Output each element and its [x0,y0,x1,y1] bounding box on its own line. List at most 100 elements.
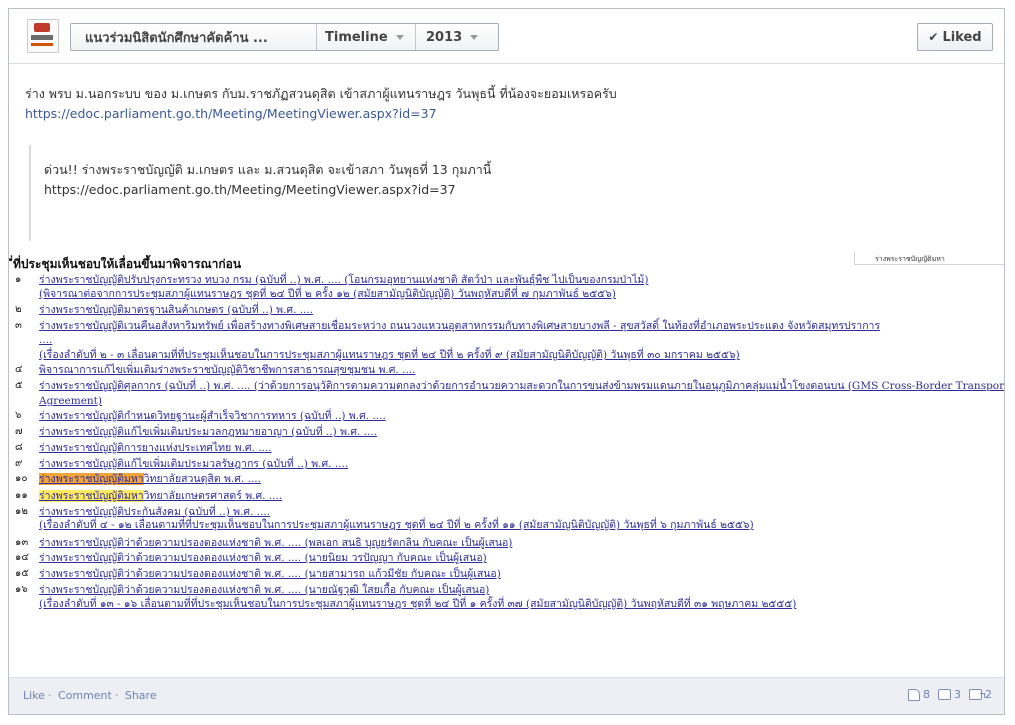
row-text: ร่างพระราชบัญญัติว่าด้วยความปรองดองแห่งช… [39,568,501,580]
row-number: ๖ [15,410,22,421]
comment-count-value: 3 [954,688,961,701]
row-text: ร่างพระราชบัญญัติประกันสังคม (ฉบับที่ ..… [39,506,271,518]
shared-quote-link[interactable]: https://edoc.parliament.go.th/Meeting/Me… [44,180,456,200]
page-name-button[interactable]: แนวร่วมนิสิตนักศึกษาคัดค้าน ... [71,24,317,50]
row-link[interactable]: ร่างพระราชบัญญัติกำหนดวิทยฐานะผู้สำเร็จว… [39,409,386,423]
post-counts: 8 3 2 [908,688,992,701]
row-link[interactable]: Agreement) [39,394,102,408]
row-text: (เรื่องลำดับที่ ๒ - ๓ เลื่อนตามที่ที่ประ… [39,349,740,361]
share-link[interactable]: Share [125,689,157,702]
page-logo[interactable] [27,19,59,53]
document-row: ๙ ร่างพระราชบัญญัติแก้ไขเพิ่มเติมประมวลรั… [9,457,1004,471]
row-link[interactable]: (พิจารณาต่อจากการประชุมสภาผู้แทนราษฎร ชุ… [39,287,616,301]
row-link[interactable]: ร่างพระราชบัญญัติแก้ไขเพิ่มเติมประมวลรัษ… [39,457,348,471]
check-icon: ✔ [928,30,939,44]
share-count[interactable]: 2 [969,688,992,701]
document-row: ๑๖ ร่างพระราชบัญญัติว่าด้วยความปรองดองแห่… [9,583,1004,597]
document-row: (เรื่องลำดับที่ ๔ - ๑๒ เลื่อนตามที่ที่ปร… [9,518,1004,532]
document-row: ๔ พิจารณาการแก้ไขเพิ่มเติมร่างพระราชบัญญั… [9,363,1004,377]
document-row: ๗ ร่างพระราชบัญญัติแก้ไขเพิ่มเติมประมวลกฎ… [9,425,1004,439]
year-label: 2013 [426,29,463,45]
row-number: ๑๒ [15,506,28,517]
liked-button[interactable]: ✔ Liked [917,23,993,51]
document-row: ๑๒ ร่างพระราชบัญญัติประกันสังคม (ฉบับที่ … [9,505,1004,519]
liked-label: Liked [942,29,982,45]
row-link[interactable]: ร่างพระราชบัญญัติว่าด้วยความปรองดองแห่งช… [39,567,501,581]
row-link[interactable]: .... [39,333,52,347]
thumbs-up-icon [908,688,920,701]
document-row: ๑๕ ร่างพระราชบัญญัติว่าด้วยความปรองดองแห่… [9,567,1004,581]
row-number: ๑๐ [15,473,28,484]
document-side-label: ร่างพระราชบัญญัติมหา [854,251,1004,265]
row-link[interactable]: (เรื่องลำดับที่ ๒ - ๓ เลื่อนตามที่ที่ประ… [39,348,740,362]
like-count-value: 8 [923,688,930,701]
row-text: .... [39,334,53,346]
row-text: ร่างพระราชบัญญัติปรับปรุงกระทรวง ทบวง กร… [39,274,649,286]
row-link[interactable]: พิจารณาการแก้ไขเพิ่มเติมร่างพระราชบัญญัต… [39,363,415,377]
comment-icon [938,689,951,700]
year-dropdown[interactable]: 2013 [416,24,498,50]
row-link[interactable]: ร่างพระราชบัญญัติมหาวิทยาลัยสวนดุสิต พ.ศ… [39,472,261,486]
document-row: Agreement) [9,394,1004,408]
row-link[interactable]: ร่างพระราชบัญญัติศุลกากร (ฉบับที่ ..) พ.… [39,379,1004,393]
row-text: วิทยาลัยเกษตรศาสตร์ พ.ศ. .... [143,490,283,502]
row-link[interactable]: ร่างพระราชบัญญัติแก้ไขเพิ่มเติมประมวลกฎห… [39,425,377,439]
row-number: ๑ [15,274,22,285]
row-link[interactable]: (เรื่องลำดับที่ ๑๓ - ๑๖ เลื่อนตามที่ที่ป… [39,597,796,611]
row-link[interactable]: ร่างพระราชบัญญัติเวนคืนอสังหาริมทรัพย์ เ… [39,319,880,333]
row-number: ๕ [15,380,23,391]
row-number: ๒ [15,304,22,315]
share-icon [969,689,985,700]
document-row: ๑๓ ร่างพระราชบัญญัติว่าด้วยความปรองดองแห่… [9,536,1004,550]
document-row: ๕ ร่างพระราชบัญญัติศุลกากร (ฉบับที่ ..) พ… [9,379,1004,393]
share-count-value: 2 [985,688,992,701]
row-link[interactable]: ร่างพระราชบัญญัติมหาวิทยาลัยเกษตรศาสตร์ … [39,489,282,503]
document-row: ๖ ร่างพระราชบัญญัติกำหนดวิทยฐานะผู้สำเร็จ… [9,409,1004,423]
post-text: ร่าง พรบ ม.นอกระบบ ของ ม.เกษตร กับม.ราชภ… [25,86,617,101]
row-text: ร่างพระราชบัญญัติมาตรฐานสินค้าเกษตร (ฉบั… [39,304,314,316]
document-row: ๑ ร่างพระราชบัญญัติปรับปรุงกระทรวง ทบวง ก… [9,273,1004,287]
row-text: ร่างพระราชบัญญัติกำหนดวิทยฐานะผู้สำเร็จว… [39,410,386,422]
row-link[interactable]: (เรื่องลำดับที่ ๔ - ๑๒ เลื่อนตามที่ที่ปร… [39,518,754,532]
row-link[interactable]: ร่างพระราชบัญญัติว่าด้วยความปรองดองแห่งช… [39,551,487,565]
row-text: (เรื่องลำดับที่ ๔ - ๑๒ เลื่อนตามที่ที่ปร… [39,519,754,531]
caret-down-icon [470,34,479,40]
document-row: ๑๐ ร่างพระราชบัญญัติมหาวิทยาลัยสวนดุสิต พ… [9,472,1004,486]
document-row: (เรื่องลำดับที่ ๒ - ๓ เลื่อนตามที่ที่ประ… [9,348,1004,362]
row-link[interactable]: ร่างพระราชบัญญัติว่าด้วยความปรองดองแห่งช… [39,536,512,550]
row-text: ร่างพระราชบัญญัติว่าด้วยความปรองดองแห่งช… [39,552,487,564]
row-number: ๗ [15,426,23,437]
timeline-label: Timeline [325,29,388,45]
timeline-dropdown[interactable]: Timeline [317,24,416,50]
comment-link[interactable]: Comment [58,689,112,702]
row-text: (พิจารณาต่อจากการประชุมสภาผู้แทนราษฎร ชุ… [39,288,616,300]
row-link[interactable]: ร่างพระราชบัญญัติการยางแห่งประเทศไทย พ.ศ… [39,441,272,455]
document-row: ๘ ร่างพระราชบัญญัติการยางแห่งประเทศไทย พ.… [9,441,1004,455]
caret-down-icon [395,34,404,40]
row-number: ๘ [15,442,23,453]
comment-count[interactable]: 3 [938,688,961,701]
row-link[interactable]: ร่างพระราชบัญญัติมาตรฐานสินค้าเกษตร (ฉบั… [39,303,313,317]
like-count[interactable]: 8 [908,688,930,701]
document-heading: ี่ที่ประชุมเห็นชอบให้เลื่อนขึ้นมาพิจารณา… [13,257,242,271]
row-number: ๑๓ [15,537,29,548]
document-row: (พิจารณาต่อจากการประชุมสภาผู้แทนราษฎร ชุ… [9,287,1004,301]
row-number: ๑๔ [15,552,29,563]
row-number: ๑๖ [15,584,28,595]
post-link[interactable]: https://edoc.parliament.go.th/Meeting/Me… [25,104,437,124]
row-text: ร่างพระราชบัญญัติว่าด้วยความปรองดองแห่งช… [39,584,490,596]
header-bar: แนวร่วมนิสิตนักศึกษาคัดค้าน ... Timeline… [9,9,1004,64]
document-row: ๑๔ ร่างพระราชบัญญัติว่าด้วยความปรองดองแห่… [9,551,1004,565]
row-text: ร่างพระราชบัญญัติแก้ไขเพิ่มเติมประมวลรัษ… [39,458,349,470]
row-number: ๑๕ [15,568,29,579]
like-link[interactable]: Like [23,689,45,702]
page-name: แนวร่วมนิสิตนักศึกษาคัดค้าน ... [85,30,268,46]
row-text: ร่างพระราชบัญญัติการยางแห่งประเทศไทย พ.ศ… [39,442,272,454]
row-number: ๑๑ [15,490,28,501]
row-link[interactable]: ร่างพระราชบัญญัติปรับปรุงกระทรวง ทบวง กร… [39,273,648,287]
row-link[interactable]: ร่างพระราชบัญญัติว่าด้วยความปรองดองแห่งช… [39,583,489,597]
row-text: (เรื่องลำดับที่ ๑๓ - ๑๖ เลื่อนตามที่ที่ป… [39,598,797,610]
post-actions: Like · Comment · Share [23,689,157,702]
row-text: ร่างพระราชบัญญัติเวนคืนอสังหาริมทรัพย์ เ… [39,320,881,332]
row-link[interactable]: ร่างพระราชบัญญัติประกันสังคม (ฉบับที่ ..… [39,505,270,519]
